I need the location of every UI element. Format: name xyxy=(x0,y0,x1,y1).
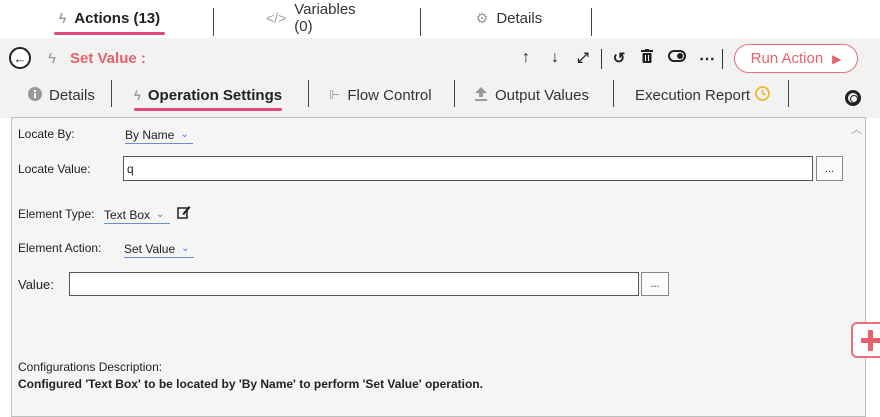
lightning-icon: ϟ xyxy=(48,50,56,67)
back-arrow-icon[interactable]: ← xyxy=(9,47,31,69)
subtab-divider xyxy=(111,80,112,107)
lightning-icon: ϟ xyxy=(134,87,141,103)
help-lifebuoy-icon[interactable] xyxy=(845,90,861,106)
chevron-down-icon: ⌄ xyxy=(181,243,190,254)
subtab-divider xyxy=(788,80,789,107)
tab-actions-label: Actions (13) xyxy=(74,9,161,27)
config-description-text: Configured 'Text Box' to be located by '… xyxy=(18,377,483,391)
subtab-output-values-label: Output Values xyxy=(495,86,589,104)
subtab-divider xyxy=(308,80,309,107)
delete-icon[interactable] xyxy=(638,49,656,68)
subtab-execution-report-label: Execution Report xyxy=(635,86,751,104)
tab-variables-label: Variables (0) xyxy=(294,1,356,35)
clock-icon xyxy=(755,85,770,105)
active-subtab-underline xyxy=(134,108,283,111)
locate-value-browse-button[interactable]: ... xyxy=(816,156,843,181)
upload-icon xyxy=(474,86,488,104)
locate-value-text: q xyxy=(127,161,134,176)
subtab-operation-settings-label: Operation Settings xyxy=(147,86,283,104)
undo-icon[interactable]: ↺ xyxy=(610,49,628,67)
info-icon xyxy=(28,86,42,104)
config-description-label: Configurations Description: xyxy=(18,360,163,374)
toolbar-divider xyxy=(722,49,723,69)
subtab-details[interactable]: Details xyxy=(28,84,95,106)
tab-divider xyxy=(213,8,214,36)
locate-by-value: By Name xyxy=(125,127,175,142)
tab-actions[interactable]: ϟ Actions (13) xyxy=(54,0,165,36)
tab-divider xyxy=(420,8,421,36)
element-type-value: Text Box xyxy=(104,207,151,222)
run-action-label: Run Action xyxy=(750,50,824,67)
active-tab-underline xyxy=(54,32,165,35)
code-icon: </> xyxy=(266,10,287,26)
subtab-divider xyxy=(454,80,455,107)
subtab-divider xyxy=(613,80,614,107)
locate-by-dropdown[interactable]: By Name ⌄ xyxy=(125,126,193,144)
subtab-flow-control[interactable]: ⊩ Flow Control xyxy=(329,84,432,106)
lightning-icon: ϟ xyxy=(58,10,67,26)
tab-variables[interactable]: </> Variables (0) xyxy=(266,0,372,36)
action-title: Set Value : xyxy=(70,50,146,67)
run-action-button[interactable]: Run Action ▶ xyxy=(734,44,858,73)
element-action-value: Set Value xyxy=(124,241,176,256)
chevron-down-icon: ⌄ xyxy=(180,129,189,140)
value-label: Value: xyxy=(18,277,54,292)
gear-icon: ⚙ xyxy=(475,9,489,26)
locate-value-input[interactable]: q xyxy=(123,156,813,181)
value-browse-button[interactable]: ... xyxy=(641,272,669,296)
locate-by-label: Locate By: xyxy=(18,127,75,141)
toggle-icon[interactable] xyxy=(667,49,687,67)
expand-icon[interactable]: ⤢ xyxy=(574,49,592,66)
move-up-icon[interactable]: ↑ xyxy=(517,49,535,67)
chevron-down-icon: ⌄ xyxy=(156,209,165,220)
element-type-label: Element Type: xyxy=(18,207,95,221)
tab-details[interactable]: ⚙ Details xyxy=(474,0,544,36)
subtab-output-values[interactable]: Output Values xyxy=(474,84,589,106)
element-action-dropdown[interactable]: Set Value ⌄ xyxy=(124,240,194,258)
element-type-dropdown[interactable]: Text Box ⌄ xyxy=(104,206,170,224)
toolbar-divider xyxy=(601,49,602,69)
subtab-operation-settings[interactable]: ϟ Operation Settings xyxy=(134,84,283,111)
value-input[interactable] xyxy=(69,272,639,296)
tab-details-label: Details xyxy=(496,9,543,27)
more-icon[interactable]: ⋯ xyxy=(698,49,716,69)
signpost-icon: ⊩ xyxy=(329,87,341,102)
subtab-details-label: Details xyxy=(49,86,95,104)
subtab-execution-report[interactable]: Execution Report xyxy=(635,84,770,106)
element-action-label: Element Action: xyxy=(18,241,102,255)
locate-value-label: Locate Value: xyxy=(18,162,91,176)
subtab-flow-control-label: Flow Control xyxy=(347,86,432,104)
scroll-up-icon[interactable]: ︿ xyxy=(851,121,862,137)
play-icon: ▶ xyxy=(832,51,842,66)
move-down-icon[interactable]: ↓ xyxy=(546,49,564,67)
edit-icon[interactable] xyxy=(177,205,191,224)
add-action-button[interactable] xyxy=(851,322,880,358)
tab-divider xyxy=(591,8,592,36)
